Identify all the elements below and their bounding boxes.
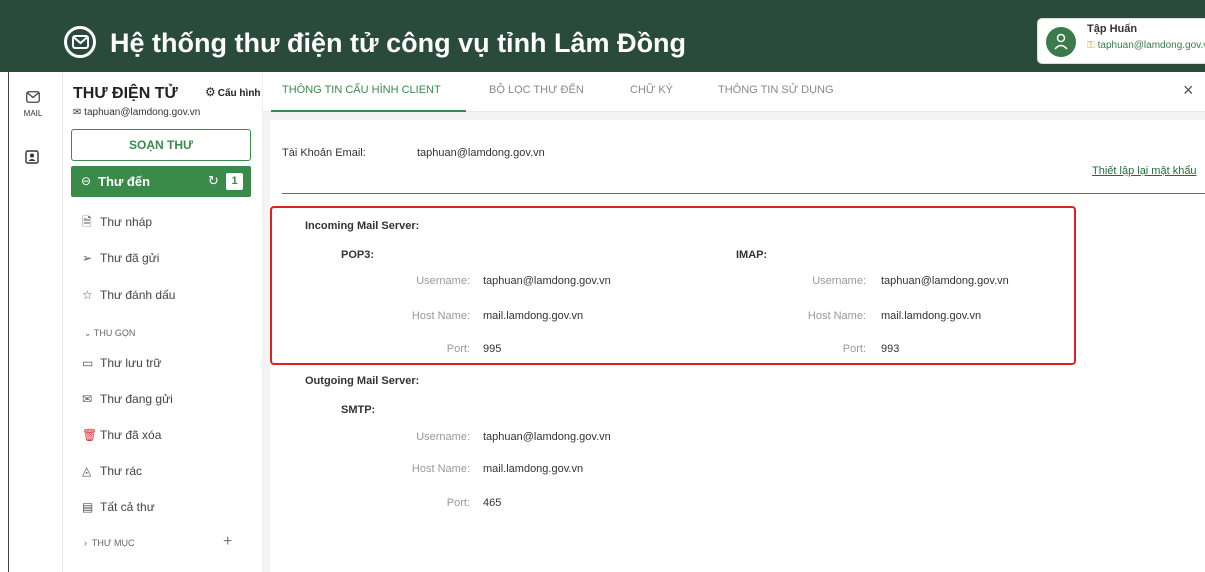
sidebar-item-trash[interactable]: 🗑 Thư đã xóa <box>82 428 161 442</box>
client-config-panel: Tài Khoản Email: taphuan@lamdong.gov.vn … <box>270 120 1205 572</box>
refresh-icon[interactable]: ↻ <box>208 173 219 189</box>
imap-host: mail.lamdong.gov.vn <box>881 310 982 322</box>
settings-tabs: THÔNG TIN CẤU HÌNH CLIENT BỘ LỌC THƯ ĐẾN… <box>263 72 1205 112</box>
collapse-toggle[interactable]: ⌄ THU GỌN <box>84 328 135 339</box>
user-name: Tập Huấn <box>1087 23 1138 35</box>
tab-signature[interactable]: CHỮ KÝ <box>630 84 673 96</box>
folders-toggle[interactable]: › THƯ MỤC <box>84 538 135 548</box>
imap-username: taphuan@lamdong.gov.vn <box>881 275 1009 287</box>
mail-sidebar: THƯ ĐIỆN TỬ ⚙ Cấu hình ✉ taphuan@lamdong.… <box>63 72 263 572</box>
user-menu[interactable]: Tập Huấn ⚿ taphuan@lamdong.gov.vn <box>1037 18 1205 64</box>
rail-contacts-button[interactable] <box>25 150 39 169</box>
sidebar-account-email: ✉ taphuan@lamdong.gov.vn <box>73 107 201 118</box>
rail-mail-button[interactable]: MAIL <box>17 90 49 118</box>
pop3-host: mail.lamdong.gov.vn <box>483 310 584 322</box>
unread-badge: 1 <box>226 173 243 190</box>
all-mail-icon: ▤ <box>82 500 94 514</box>
tab-usage-info[interactable]: THÔNG TIN SỬ DỤNG <box>718 84 834 96</box>
imap-username-label: Username: <box>812 275 866 287</box>
add-folder-icon[interactable]: + <box>223 533 232 551</box>
close-icon[interactable]: × <box>1183 80 1194 101</box>
envelope-small-icon: ✉ <box>73 107 85 118</box>
config-button[interactable]: ⚙ Cấu hình <box>205 85 261 99</box>
contact-card-icon <box>25 150 39 164</box>
outbox-icon: ✉ <box>82 392 93 406</box>
app-title: Hệ thống thư điện tử công vụ tỉnh Lâm Đồ… <box>110 28 687 58</box>
sidebar-item-drafts[interactable]: 🗎 Thư nháp <box>82 213 152 234</box>
tab-client-config[interactable]: THÔNG TIN CẤU HÌNH CLIENT <box>282 84 441 96</box>
pop3-username: taphuan@lamdong.gov.vn <box>483 275 611 287</box>
tab-inbox-filter[interactable]: BỘ LỌC THƯ ĐẾN <box>489 84 584 96</box>
smtp-port-label: Port: <box>446 497 470 509</box>
account-label: Tài Khoản Email: <box>282 147 366 159</box>
rail-mail-label: MAIL <box>23 109 43 118</box>
key-icon: ⚿ <box>1087 40 1095 51</box>
sidebar-item-archive[interactable]: ▭ Thư lưu trữ <box>82 356 161 370</box>
smtp-host-label: Host Name: <box>411 463 470 475</box>
pop3-host-label: Host Name: <box>411 310 470 322</box>
account-value: taphuan@lamdong.gov.vn <box>417 147 545 159</box>
imap-title: IMAP: <box>736 249 768 261</box>
inbox-icon: ⊖ <box>81 174 92 188</box>
mail-logo-icon <box>64 26 96 58</box>
imap-host-label: Host Name: <box>807 310 866 322</box>
user-email: ⚿ taphuan@lamdong.gov.vn <box>1087 40 1205 51</box>
pop3-port-label: Port: <box>446 343 470 355</box>
sidebar-item-outbox[interactable]: ✉ Thư đang gửi <box>82 392 173 406</box>
imap-port: 993 <box>881 343 900 355</box>
compose-button[interactable]: SOẠN THƯ <box>71 129 251 161</box>
smtp-title: SMTP: <box>341 404 376 416</box>
pop3-username-label: Username: <box>416 275 470 287</box>
inbox-label: Thư đến <box>98 174 151 189</box>
chevron-down-icon: ⌄ <box>84 328 94 338</box>
sidebar-item-sent[interactable]: ➢ Thư đã gửi <box>82 251 159 265</box>
active-tab-indicator <box>271 110 466 112</box>
app-rail: MAIL <box>8 72 63 572</box>
sidebar-item-starred[interactable]: ☆ Thư đánh dấu <box>82 288 175 302</box>
chevron-right-icon: › <box>84 538 92 548</box>
pop3-title: POP3: <box>341 249 375 261</box>
incoming-title: Incoming Mail Server: <box>305 220 420 232</box>
sidebar-item-inbox[interactable]: ⊖ Thư đến ↻ 1 <box>71 166 251 197</box>
divider <box>282 193 1205 194</box>
imap-port-label: Port: <box>842 343 866 355</box>
draft-icon: 🗎 <box>82 215 92 229</box>
smtp-username: taphuan@lamdong.gov.vn <box>483 431 611 443</box>
app-header: Hệ thống thư điện tử công vụ tỉnh Lâm Đồ… <box>0 0 1205 72</box>
reset-password-link[interactable]: Thiết lập lại mật khẩu <box>1092 165 1197 177</box>
sidebar-item-spam[interactable]: ◬ Thư rác <box>82 464 142 478</box>
sidebar-title: THƯ ĐIỆN TỬ <box>73 85 178 102</box>
smtp-host: mail.lamdong.gov.vn <box>483 463 584 475</box>
avatar-icon <box>1046 27 1076 57</box>
send-icon: ➢ <box>82 251 93 265</box>
sidebar-item-all-mail[interactable]: ▤ Tất cả thư <box>82 500 155 514</box>
outgoing-title: Outgoing Mail Server: <box>305 375 420 387</box>
smtp-port: 465 <box>483 497 502 509</box>
pop3-port: 995 <box>483 343 502 355</box>
spam-icon: ◬ <box>82 464 92 478</box>
trash-icon: 🗑 <box>82 428 98 442</box>
gear-icon: ⚙ <box>205 85 216 99</box>
main-content: THÔNG TIN CẤU HÌNH CLIENT BỘ LỌC THƯ ĐẾN… <box>263 72 1205 572</box>
envelope-icon <box>26 91 40 103</box>
star-icon: ☆ <box>82 288 93 302</box>
smtp-username-label: Username: <box>416 431 470 443</box>
archive-icon: ▭ <box>82 356 94 370</box>
